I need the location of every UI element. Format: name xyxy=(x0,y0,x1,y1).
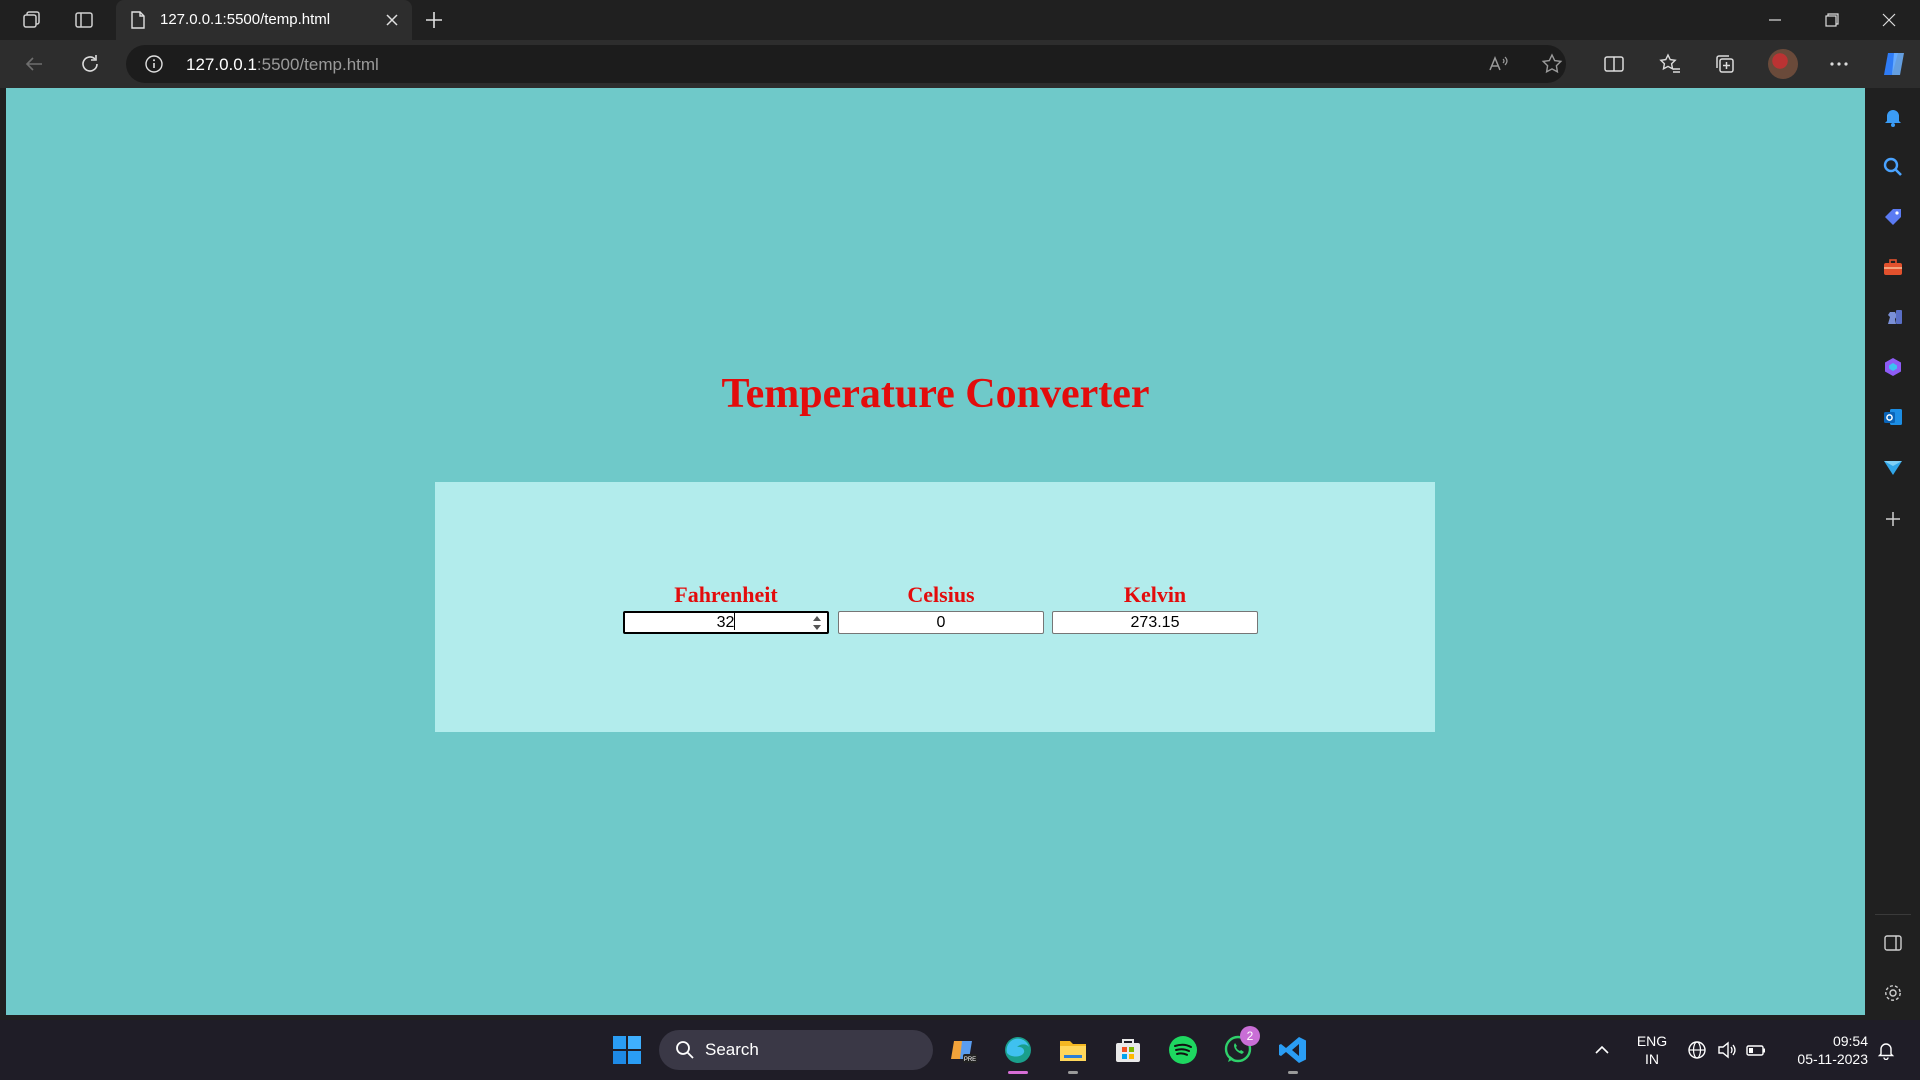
system-clock[interactable]: 09:54 05-11-2023 xyxy=(1778,1032,1868,1068)
kelvin-field: Kelvin 273.15 xyxy=(1052,582,1258,634)
microsoft-store-icon[interactable] xyxy=(1112,1034,1144,1066)
search-label: Search xyxy=(705,1040,759,1059)
new-tab-icon[interactable] xyxy=(422,8,446,32)
games-chess-icon[interactable] xyxy=(1880,304,1906,330)
close-tab-icon[interactable] xyxy=(382,10,402,30)
vscode-icon[interactable] xyxy=(1277,1034,1309,1074)
number-spinner-icon[interactable] xyxy=(811,614,823,632)
close-window-icon[interactable] xyxy=(1866,0,1912,40)
kelvin-input[interactable]: 273.15 xyxy=(1052,611,1258,634)
browser-tab-bar: 127.0.0.1:5500/temp.html xyxy=(0,0,1920,40)
show-hidden-icons-chevron-up-icon[interactable] xyxy=(1586,1034,1618,1066)
notification-bell-icon[interactable] xyxy=(1870,1034,1902,1066)
favorite-star-icon[interactable] xyxy=(1540,52,1564,76)
active-tab[interactable]: 127.0.0.1:5500/temp.html xyxy=(116,0,412,40)
collections-icon[interactable] xyxy=(1713,52,1737,76)
sidebar-divider xyxy=(1875,914,1911,915)
celsius-value: 0 xyxy=(936,614,946,631)
workspaces-icon[interactable] xyxy=(20,8,44,32)
running-app-indicator xyxy=(1288,1071,1298,1074)
favorites-icon[interactable] xyxy=(1658,52,1682,76)
vertical-tabs-icon[interactable] xyxy=(72,8,96,32)
copilot-icon[interactable] xyxy=(1880,49,1910,79)
volume-icon[interactable] xyxy=(1711,1034,1743,1066)
active-app-indicator xyxy=(1008,1071,1028,1074)
fahrenheit-value: 32 xyxy=(716,614,735,631)
restore-icon[interactable] xyxy=(1809,0,1855,40)
url-host: 127.0.0.1 xyxy=(186,55,257,74)
edge-browser-icon[interactable] xyxy=(1002,1034,1034,1074)
back-icon[interactable] xyxy=(22,52,46,76)
microsoft-365-icon[interactable] xyxy=(1880,354,1906,380)
notifications-bell-icon[interactable] xyxy=(1880,104,1906,130)
kelvin-value: 273.15 xyxy=(1130,614,1180,631)
profile-avatar[interactable] xyxy=(1768,49,1798,79)
sidebar-settings-gear-icon[interactable] xyxy=(1880,980,1906,1006)
shopping-tag-icon[interactable] xyxy=(1880,204,1906,230)
windows-start-icon[interactable] xyxy=(611,1034,643,1066)
network-globe-icon[interactable] xyxy=(1681,1034,1713,1066)
outlook-icon[interactable] xyxy=(1880,404,1906,430)
clock-date: 05-11-2023 xyxy=(1797,1051,1868,1067)
whatsapp-icon[interactable]: 2 xyxy=(1222,1026,1260,1066)
converter-panel: Fahrenheit 32 Celsius 0 Kelvin 273.15 xyxy=(435,482,1435,732)
windows-taskbar: Search PRE 2 ENG IN 09:54 05-11-2023 xyxy=(0,1020,1920,1080)
input-language[interactable]: ENG IN xyxy=(1630,1032,1674,1068)
language-region: IN xyxy=(1645,1051,1659,1067)
tab-title: 127.0.0.1:5500/temp.html xyxy=(160,11,331,28)
search-icon xyxy=(675,1040,695,1065)
browser-toolbar: 127.0.0.1:5500/temp.html xyxy=(0,40,1920,88)
edge-sidebar xyxy=(1865,88,1920,1015)
celsius-field: Celsius 0 xyxy=(838,582,1044,634)
read-aloud-icon[interactable] xyxy=(1486,52,1510,76)
fahrenheit-label: Fahrenheit xyxy=(674,582,778,607)
svg-text:PRE: PRE xyxy=(964,1057,976,1063)
more-options-icon[interactable] xyxy=(1827,52,1851,76)
fahrenheit-field: Fahrenheit 32 xyxy=(623,582,829,634)
site-info-icon[interactable] xyxy=(144,54,164,79)
page-title: Temperature Converter xyxy=(721,371,1150,417)
battery-icon[interactable] xyxy=(1740,1034,1772,1066)
running-app-indicator xyxy=(1068,1071,1078,1074)
minimize-icon[interactable] xyxy=(1752,0,1798,40)
celsius-label: Celsius xyxy=(907,582,975,607)
fahrenheit-input[interactable]: 32 xyxy=(623,611,829,634)
spotify-icon[interactable] xyxy=(1167,1034,1199,1066)
refresh-icon[interactable] xyxy=(78,52,102,76)
url-text: 127.0.0.1:5500/temp.html xyxy=(186,55,379,75)
page-icon xyxy=(130,11,146,34)
drop-send-icon[interactable] xyxy=(1880,454,1906,480)
copilot-preview-icon[interactable]: PRE xyxy=(948,1034,980,1066)
hide-sidebar-icon[interactable] xyxy=(1880,930,1906,956)
address-bar[interactable]: 127.0.0.1:5500/temp.html xyxy=(126,45,1566,83)
add-sidebar-app-icon[interactable] xyxy=(1880,506,1906,532)
page-viewport: Temperature Converter Fahrenheit 32 Cels… xyxy=(6,88,1865,1015)
taskbar-search-box[interactable]: Search xyxy=(659,1030,933,1070)
notification-badge: 2 xyxy=(1240,1026,1260,1046)
clock-time: 09:54 xyxy=(1832,1033,1868,1049)
file-explorer-icon[interactable] xyxy=(1057,1034,1089,1074)
language-code: ENG xyxy=(1636,1033,1668,1049)
url-path: :5500/temp.html xyxy=(256,55,379,74)
split-screen-icon[interactable] xyxy=(1602,52,1626,76)
search-sidebar-icon[interactable] xyxy=(1880,154,1906,180)
tools-briefcase-icon[interactable] xyxy=(1880,254,1906,280)
kelvin-label: Kelvin xyxy=(1123,582,1187,607)
text-caret xyxy=(734,613,736,630)
celsius-input[interactable]: 0 xyxy=(838,611,1044,634)
